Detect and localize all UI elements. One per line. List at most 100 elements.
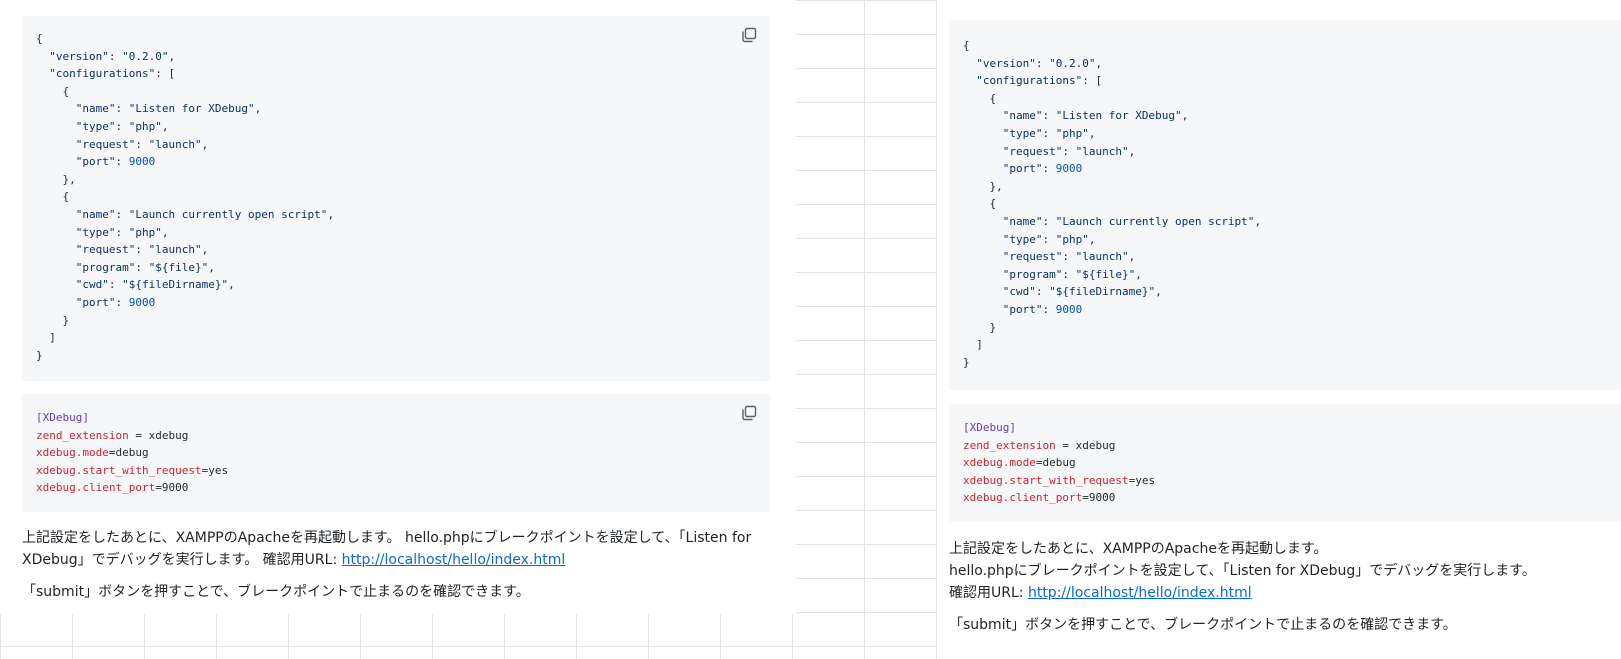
code-token: : [135,260,149,274]
code-token: "version" [49,49,109,63]
localhost-link[interactable]: http://localhost/hello/index.html [1028,585,1252,601]
code-token: "php" [128,119,162,133]
code-line: "request": "launch", [36,243,208,256]
code-token: "${fileDirname}" [1049,285,1156,299]
code-token: : [1042,162,1056,176]
code-token: { [36,32,43,45]
code-token: "Launch currently open script" [1055,214,1255,228]
ini-code-block: [XDebug] zend_extension = xdebug xdebug.… [949,404,1621,522]
code-token: }, [36,172,76,186]
code-line: xdebug.start_with_request=yes [963,474,1155,487]
code-token: = xdebug [1055,438,1116,452]
code-token: "0.2.0" [1049,56,1096,70]
code-token: , [161,119,169,133]
code-token: , [228,278,235,292]
submit-paragraph: 「submit」ボタンを押すことで、ブレークポイントで止まるのを確認できます。 [22,584,530,600]
restart-paragraph: 上記設定をしたあとに、XAMPPのApacheを再起動します。 hello.ph… [22,527,782,571]
code-token: "port" [75,155,116,169]
code-token: "launch" [1075,250,1129,264]
code-line: "type": "php", [36,226,169,239]
code-token: , [1155,285,1162,299]
code-token: xdebug.mode [963,456,1036,470]
code-line: "cwd": "${fileDirname}", [963,285,1162,298]
code-token: "cwd" [75,278,109,292]
code-token: 9000 [1055,162,1083,176]
code-line: "request": "launch", [36,138,208,151]
code-token: "configurations" [49,67,156,81]
code-token: "name" [75,207,116,221]
code-line: "program": "${file}", [36,261,215,274]
code-token: "type" [75,119,116,133]
copy-icon [742,27,757,43]
code-line: xdebug.mode=debug [963,456,1076,469]
code-line: }, [963,180,1002,193]
code-token: } [963,355,970,369]
localhost-link[interactable]: http://localhost/hello/index.html [342,552,566,568]
copy-button[interactable] [740,404,758,422]
code-token: "${file}" [1075,267,1136,281]
code-line: xdebug.mode=debug [36,446,149,459]
code-token: "launch" [148,137,202,151]
instructions-text: 上記設定をしたあとに、XAMPPのApacheを再起動します。 hello.ph… [22,527,782,603]
ini-code: [XDebug] zend_extension = xdebug xdebug.… [36,409,228,497]
code-token: : [1042,109,1056,123]
code-token: , [1095,56,1103,70]
left-document-panel: { "version": "0.2.0", "configurations": … [0,0,796,614]
code-token: =debug [1035,456,1076,470]
code-token: , [208,260,215,274]
code-token: =9000 [155,481,189,495]
code-token: , [1128,250,1136,264]
code-line: "configurations": [ [963,74,1102,87]
code-token: xdebug.client_port [963,491,1083,505]
restart-paragraph: 上記設定をしたあとに、XAMPPのApacheを再起動します。 hello.ph… [949,538,1609,604]
instructions-text: 上記設定をしたあとに、XAMPPのApacheを再起動します。 hello.ph… [949,538,1609,636]
code-token: "request" [75,243,136,257]
code-token: : [ [155,67,176,81]
code-line: ] [36,331,56,344]
code-token: xdebug.start_with_request [36,463,202,477]
copy-button[interactable] [740,26,758,44]
code-line: "version": "0.2.0", [36,50,175,63]
code-line: } [963,356,970,369]
code-line: "version": "0.2.0", [963,57,1102,70]
code-token: 9000 [128,155,156,169]
code-token: } [963,320,997,334]
code-token: : [108,49,123,63]
code-token: : [1035,285,1050,299]
restart-line-1: 上記設定をしたあとに、XAMPPのApacheを再起動します。 [949,541,1328,557]
code-token: "name" [75,102,116,116]
code-token: "0.2.0" [122,49,169,63]
code-token: { [36,190,70,204]
code-token: = xdebug [128,428,189,442]
code-token: , [201,137,209,151]
code-token: { [36,84,70,98]
json-code: { "version": "0.2.0", "configurations": … [36,30,334,364]
code-line: "type": "php", [963,233,1096,246]
code-line: xdebug.client_port=9000 [36,481,188,494]
code-line: { [963,39,970,52]
code-token: : [1035,56,1050,70]
code-line: } [963,321,996,334]
code-token: "cwd" [1002,285,1036,299]
code-token: : [1062,250,1076,264]
json-code: { "version": "0.2.0", "configurations": … [963,37,1261,371]
code-line: "request": "launch", [963,145,1135,158]
code-token: : [115,225,129,239]
code-token: , [168,49,176,63]
code-token: "request" [1002,250,1063,264]
code-line: "cwd": "${fileDirname}", [36,278,235,291]
code-token: : [135,137,149,151]
code-token: : [108,278,123,292]
code-token: 9000 [1055,302,1083,316]
